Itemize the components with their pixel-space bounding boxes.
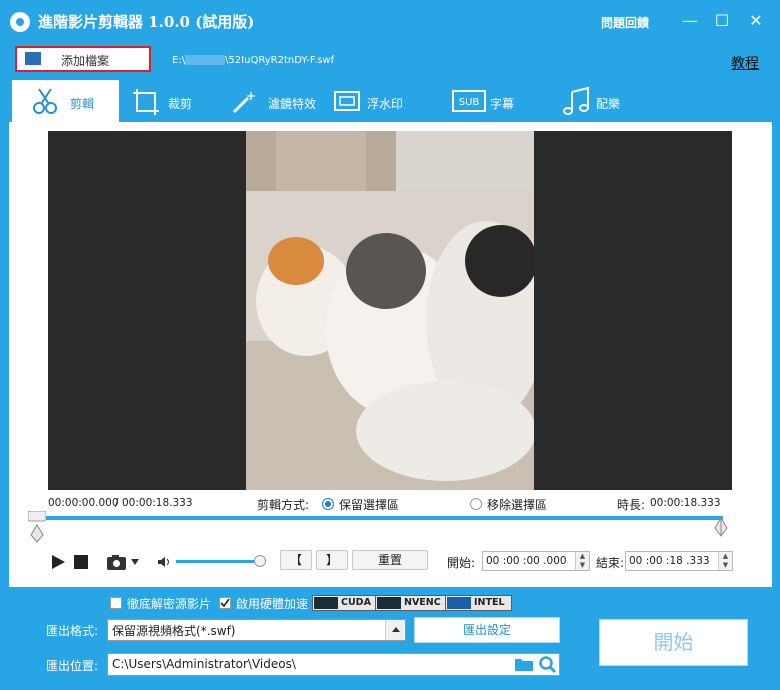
tab-trim[interactable]: 剪輯 <box>12 80 119 122</box>
format-dropdown-arrow-icon[interactable] <box>385 620 405 640</box>
stop-button[interactable] <box>74 555 88 569</box>
intel-badge-label: INTEL <box>474 597 505 608</box>
tab-crop[interactable]: 裁剪 <box>128 80 223 122</box>
decrypt-checkbox[interactable] <box>110 597 122 609</box>
time-separator: / <box>115 497 119 509</box>
search-icon[interactable] <box>538 655 557 674</box>
subtitle-icon: SUB <box>452 90 486 112</box>
subtitle-icon-text: SUB <box>459 97 480 108</box>
tab-subtitles-label: 字幕 <box>490 97 515 111</box>
folder-icon[interactable] <box>514 656 534 673</box>
volume-slider-knob[interactable] <box>254 555 266 567</box>
export-settings-button[interactable]: 匯出設定 <box>414 617 560 643</box>
tab-filters-label: 濾鏡特效 <box>268 97 317 111</box>
tab-filters[interactable]: 濾鏡特效 <box>226 80 326 122</box>
nvidia-icon <box>314 597 338 609</box>
end-time-stepper[interactable]: ▲ ▼ <box>718 552 732 570</box>
start-button[interactable]: 開始 <box>599 619 748 666</box>
hw-accel-checkbox[interactable] <box>219 597 231 609</box>
camera-icon <box>107 555 139 570</box>
output-path-input[interactable]: C:\Users\Administrator\Videos\ <box>107 653 560 676</box>
end-time-value: 00 :00 :18 .333 <box>629 555 710 567</box>
decrypt-label: 徹底解密源影片 <box>127 597 212 611</box>
music-note-icon <box>563 86 589 115</box>
mark-in-button[interactable]: 【 <box>280 550 312 570</box>
snapshot-button[interactable] <box>106 553 142 571</box>
volume-slider[interactable] <box>176 560 264 563</box>
format-label: 匯出格式: <box>46 624 99 638</box>
add-file-label: 添加檔案 <box>61 54 110 68</box>
start-time-stepper[interactable]: ▲ ▼ <box>575 552 589 570</box>
check-icon <box>220 598 230 608</box>
file-path-prefix: E:\ <box>172 55 186 66</box>
total-time: 00:00:18.333 <box>122 497 193 509</box>
crop-icon <box>133 89 159 115</box>
tab-subtitles[interactable]: SUB 字幕 <box>450 80 530 122</box>
scissors-icon <box>33 88 57 114</box>
app-title: 進階影片剪輯器 1.0.0 (試用版) <box>38 13 255 31</box>
feedback-link[interactable]: 問題回饋 <box>601 14 649 31</box>
play-icon <box>52 555 65 569</box>
timeline-track[interactable] <box>35 516 723 520</box>
remove-selection-radio[interactable] <box>470 498 482 510</box>
tab-trim-label: 剪輯 <box>70 97 95 111</box>
file-path: E:\ \52IuQRyR2tnDY-F.swf <box>172 55 334 66</box>
watermark-icon <box>334 91 360 111</box>
tutorial-link[interactable]: 教程 <box>731 53 759 73</box>
cuda-badge: CUDA <box>312 595 378 611</box>
redacted-path-segment <box>185 55 226 65</box>
add-file-button[interactable]: 添加檔案 <box>15 46 151 72</box>
tab-crop-label: 裁剪 <box>168 97 193 111</box>
tab-watermark-label: 浮水印 <box>367 97 404 111</box>
cuda-badge-label: CUDA <box>341 597 371 608</box>
keep-selection-radio[interactable] <box>322 498 334 510</box>
app-logo-icon <box>10 12 30 32</box>
play-button[interactable] <box>49 553 67 571</box>
nvenc-badge-label: NVENC <box>404 597 441 608</box>
tab-music[interactable]: 配樂 <box>560 80 640 122</box>
nvenc-badge: NVENC <box>375 595 448 611</box>
tab-watermark[interactable]: 浮水印 <box>329 80 419 122</box>
volume-icon[interactable] <box>157 555 171 569</box>
duration-value: 00:00:18.333 <box>650 497 721 509</box>
reset-button[interactable]: 重置 <box>352 550 428 570</box>
end-time-input[interactable]: 00 :00 :18 .333 ▲ ▼ <box>625 551 733 571</box>
close-button[interactable]: ✕ <box>744 10 768 32</box>
tab-music-label: 配樂 <box>596 97 621 111</box>
magic-wand-icon <box>232 91 256 114</box>
start-time-label: 開始: <box>447 556 476 570</box>
format-value: 保留源視頻格式(*.swf) <box>112 624 236 638</box>
start-time-input[interactable]: 00 :00 :00 .000 ▲ ▼ <box>482 551 590 571</box>
end-time-label: 結束: <box>596 556 625 570</box>
maximize-button[interactable]: ☐ <box>710 10 734 32</box>
title-bar: 進階影片剪輯器 1.0.0 (試用版) 問題回饋 — ☐ ✕ <box>0 0 780 42</box>
minimize-button[interactable]: — <box>678 10 702 32</box>
video-frame-image <box>246 131 534 490</box>
start-marker-handle[interactable] <box>27 510 47 543</box>
end-marker-handle[interactable] <box>712 516 730 538</box>
intel-badge: INTEL <box>445 595 512 611</box>
cut-mode-label: 剪輯方式: <box>257 498 310 512</box>
output-path-value: C:\Users\Administrator\Videos\ <box>112 657 296 671</box>
remove-selection-label: 移除選擇區 <box>487 498 548 512</box>
start-time-value: 00 :00 :00 .000 <box>486 555 567 567</box>
location-label: 匯出位置: <box>46 659 99 673</box>
hw-accel-label: 啟用硬體加速 <box>236 597 309 611</box>
file-path-suffix: \52IuQRyR2tnDY-F.swf <box>225 55 335 66</box>
nvidia-icon <box>377 597 401 609</box>
current-time: 00:00:00.000 <box>48 497 119 509</box>
duration-label: 時長: <box>617 498 646 512</box>
intel-icon <box>447 597 471 609</box>
mark-out-button[interactable]: 】 <box>316 550 348 570</box>
format-select[interactable]: 保留源視頻格式(*.swf) <box>107 619 406 641</box>
add-file-icon <box>25 52 41 65</box>
keep-selection-label: 保留選擇區 <box>339 498 400 512</box>
